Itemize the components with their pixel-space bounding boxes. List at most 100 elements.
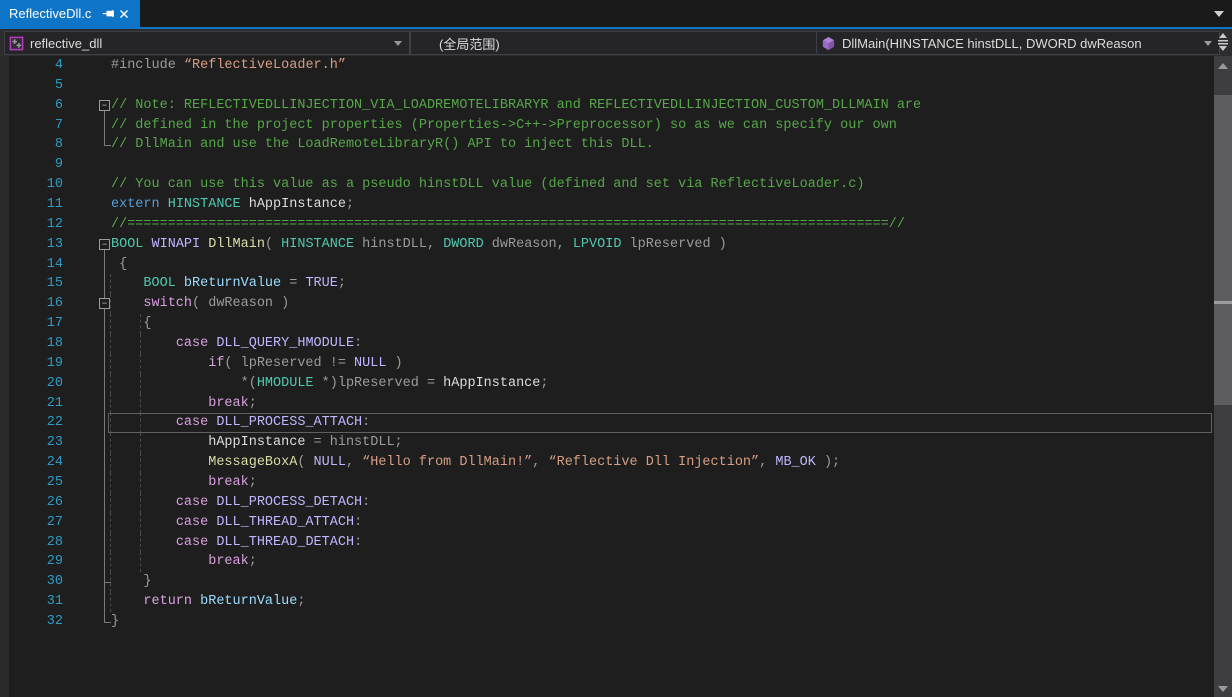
code-line-23: 23 hAppInstance = hinstDLL; (0, 433, 1214, 454)
line-number: 7 (54, 117, 63, 133)
code-text[interactable]: if( lpReserved != NULL ) (111, 354, 402, 374)
scroll-down-icon[interactable] (1218, 686, 1228, 692)
code-text[interactable]: { (111, 255, 127, 275)
line-number: 6 (54, 97, 63, 113)
line-number: 15 (46, 276, 63, 292)
code-line-11: 11 extern HINSTANCE hAppInstance; (0, 195, 1214, 215)
line-number: 23 (46, 435, 63, 451)
line-number: 13 (46, 236, 63, 252)
code-line-7: 7 // defined in the project properties (P… (0, 115, 1214, 136)
code-text[interactable]: // You can use this value as a pseudo hi… (111, 175, 864, 195)
code-text[interactable]: BOOL WINAPI DllMain( HINSTANCE hinstDLL,… (111, 235, 727, 255)
line-number: 10 (46, 177, 63, 193)
outline-scope-line (104, 353, 105, 374)
method-cube-icon (821, 36, 836, 51)
project-dropdown[interactable]: reflective_dll (4, 31, 410, 55)
code-text[interactable]: // DllMain and use the LoadRemoteLibrary… (111, 135, 654, 155)
code-text[interactable]: { (111, 314, 151, 334)
line-number: 4 (54, 58, 63, 73)
code-text[interactable]: break; (111, 473, 257, 493)
split-editor-icon[interactable] (1216, 31, 1230, 55)
code-text[interactable]: case DLL_QUERY_HMODULE: (111, 334, 362, 354)
scrollbar-thumb[interactable] (1214, 95, 1232, 405)
code-line-20: 20 *(HMODULE *)lpReserved = hAppInstance… (0, 373, 1214, 394)
code-line-6: − 6 // Note: REFLECTIVEDLLINJECTION_VIA_LO… (0, 96, 1214, 116)
project-dropdown-label: reflective_dll (30, 35, 103, 51)
line-number: 28 (46, 534, 63, 550)
close-icon[interactable] (117, 7, 131, 21)
collapse-region-icon[interactable]: − (99, 238, 110, 250)
outline-scope-line (104, 532, 105, 553)
code-line-4: 4 #include “ReflectiveLoader.h” (0, 56, 1214, 76)
code-text[interactable]: case DLL_PROCESS_ATTACH: (111, 413, 370, 433)
code-line-12: 12 //====================================… (0, 215, 1214, 235)
line-number: 11 (46, 197, 63, 213)
code-text[interactable]: case DLL_THREAD_DETACH: (111, 533, 362, 553)
scope-dropdown[interactable]: (全局范围) (410, 31, 840, 55)
scroll-up-icon[interactable] (1218, 63, 1228, 69)
code-text[interactable]: break; (111, 552, 257, 572)
code-line-27: 27 case DLL_THREAD_ATTACH: (0, 512, 1214, 533)
code-line-32: 32} (0, 612, 1214, 632)
code-text[interactable]: extern HINSTANCE hAppInstance; (111, 195, 354, 215)
line-number: 21 (46, 395, 63, 411)
code-line-21: 21 break; (0, 393, 1214, 414)
line-number: 24 (46, 455, 63, 471)
code-text[interactable]: switch( dwReason ) (111, 294, 289, 314)
member-dropdown[interactable]: DllMain(HINSTANCE hinstDLL, DWORD dwReas… (816, 31, 1220, 55)
code-line-8: 8 // DllMain and use the LoadRemoteLibrar… (0, 135, 1214, 155)
line-number: 17 (46, 316, 63, 332)
line-number: 30 (46, 574, 63, 590)
code-text[interactable]: } (111, 612, 119, 632)
line-number: 32 (46, 614, 63, 630)
line-number: 18 (46, 336, 63, 352)
tab-reflectivedll-c[interactable]: ReflectiveDll.c (0, 0, 141, 27)
code-line-15: 15 BOOL bReturnValue = TRUE; (0, 274, 1214, 295)
outline-scope-line (104, 115, 105, 136)
outline-scope-line (104, 492, 105, 513)
line-number: 9 (54, 157, 63, 173)
code-text[interactable]: // Note: REFLECTIVEDLLINJECTION_VIA_LOAD… (111, 96, 921, 116)
code-line-26: 26 case DLL_PROCESS_DETACH: (0, 492, 1214, 513)
code-text[interactable]: BOOL bReturnValue = TRUE; (111, 274, 346, 294)
code-line-5: 5 (0, 76, 1214, 96)
code-line-16: − 16 switch( dwReason ) (0, 294, 1214, 315)
code-text[interactable]: *(HMODULE *)lpReserved = hAppInstance; (111, 374, 549, 394)
code-line-9: 9 (0, 155, 1214, 175)
code-text[interactable]: hAppInstance = hinstDLL; (111, 433, 402, 453)
code-text[interactable]: //======================================… (111, 215, 905, 235)
line-number: 12 (46, 216, 63, 232)
outline-scope-line (104, 334, 105, 354)
pin-icon[interactable] (101, 7, 115, 21)
caret-position-marker (1214, 301, 1232, 304)
outline-scope-line (104, 473, 105, 493)
code-text[interactable]: case DLL_PROCESS_DETACH: (111, 493, 370, 513)
code-text[interactable]: } (111, 572, 151, 592)
code-text[interactable]: #include “ReflectiveLoader.h” (111, 56, 346, 76)
outline-scope-line (104, 453, 105, 474)
code-text[interactable]: case DLL_THREAD_ATTACH: (111, 513, 362, 533)
code-line-18: 18 case DLL_QUERY_HMODULE: (0, 334, 1214, 354)
scope-dropdown-label: (全局范围) (439, 36, 500, 52)
code-text[interactable]: // defined in the project properties (Pr… (111, 116, 897, 136)
vertical-scrollbar[interactable] (1214, 56, 1232, 697)
code-editor: 4 #include “ReflectiveLoader.h” 5 − 6 // Note… (0, 56, 1232, 697)
cpp-project-icon (9, 36, 24, 51)
line-number: 19 (46, 355, 63, 371)
member-dropdown-label: DllMain(HINSTANCE hinstDLL, DWORD dwReas… (842, 35, 1142, 51)
tab-well-dropdown-icon[interactable] (1214, 11, 1224, 17)
tab-title: ReflectiveDll.c (9, 6, 92, 21)
code-text[interactable]: return bReturnValue; (111, 592, 305, 612)
code-text[interactable]: break; (111, 394, 257, 414)
chevron-down-icon (394, 41, 402, 46)
line-number: 14 (46, 256, 63, 272)
code-text[interactable]: MessageBoxA( NULL, “Hello from DllMain!”… (111, 453, 840, 473)
collapse-region-icon[interactable]: − (99, 99, 110, 111)
line-number: 16 (46, 296, 63, 312)
code-line-19: 19 if( lpReserved != NULL ) (0, 353, 1214, 374)
code-line-29: 29 break; (0, 552, 1214, 573)
line-number: 20 (46, 375, 63, 391)
line-number: 22 (46, 415, 63, 431)
collapse-region-icon[interactable]: − (99, 298, 110, 310)
outline-scope-corner (104, 135, 111, 147)
